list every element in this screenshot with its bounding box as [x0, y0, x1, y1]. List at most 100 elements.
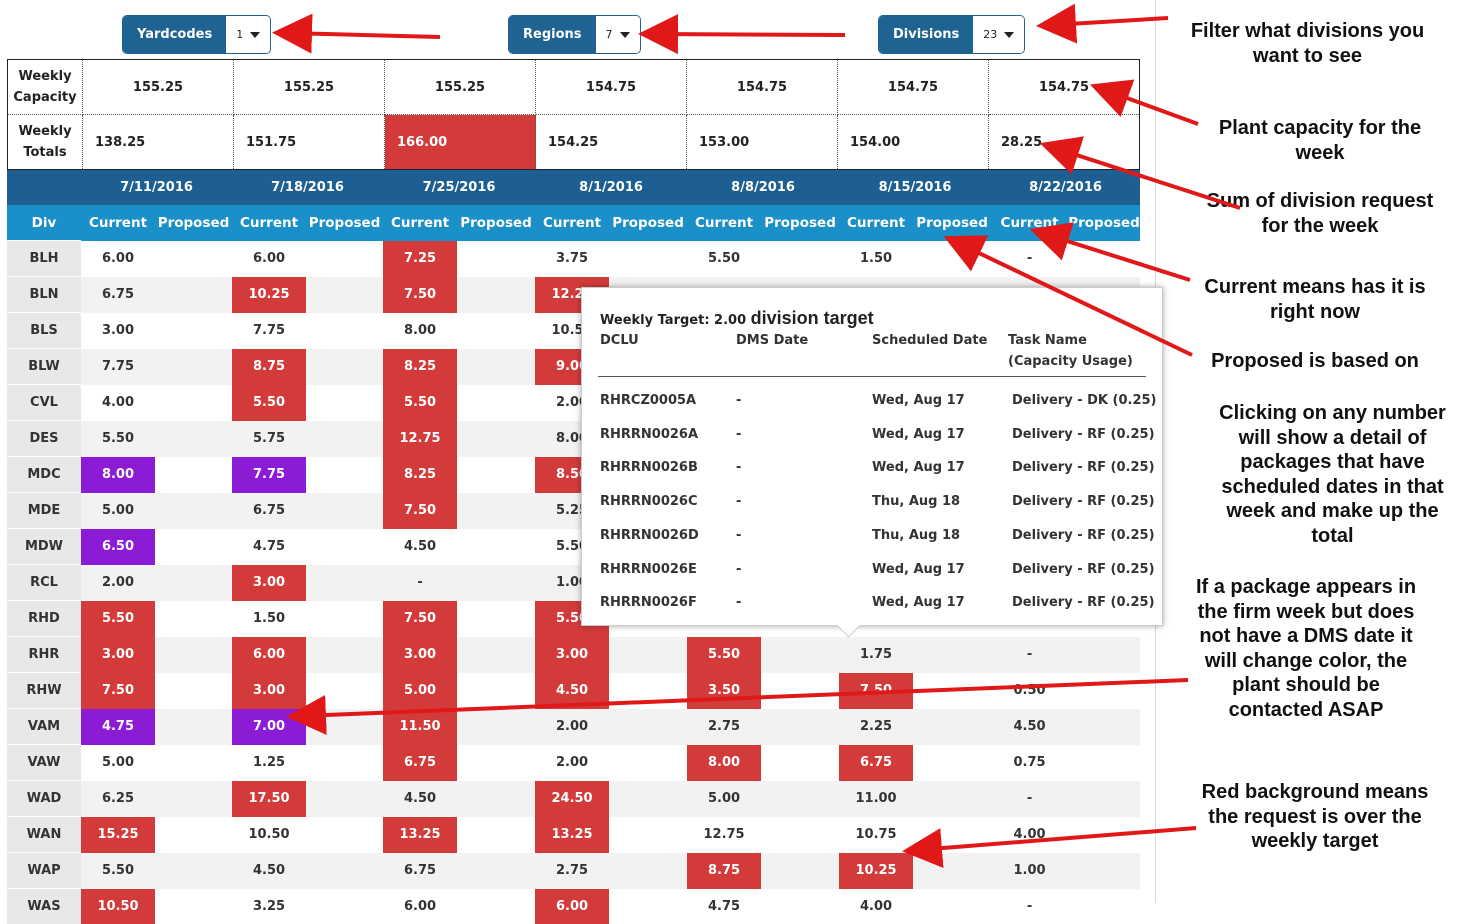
proposed-value[interactable] [155, 277, 232, 313]
current-value[interactable]: 7.75 [232, 313, 306, 349]
proposed-value[interactable] [913, 709, 991, 745]
proposed-value[interactable] [1068, 853, 1140, 889]
current-value[interactable]: 6.00 [535, 889, 609, 924]
proposed-value[interactable] [761, 889, 839, 924]
proposed-value[interactable] [155, 853, 232, 889]
proposed-value[interactable] [913, 637, 991, 673]
proposed-value[interactable] [761, 745, 839, 781]
current-value[interactable]: 7.50 [81, 673, 155, 709]
current-value[interactable]: 0.50 [991, 673, 1068, 709]
current-value[interactable]: 5.50 [232, 385, 306, 421]
proposed-value[interactable] [306, 889, 383, 924]
current-value[interactable]: 3.75 [535, 241, 609, 277]
proposed-value[interactable] [306, 457, 383, 493]
current-value[interactable]: 4.50 [991, 709, 1068, 745]
total-value[interactable]: 154.25 [536, 115, 687, 170]
proposed-value[interactable] [1068, 241, 1140, 277]
proposed-value[interactable] [306, 673, 383, 709]
yardcodes-select[interactable]: 1 [226, 16, 270, 53]
proposed-value[interactable] [457, 457, 535, 493]
current-value[interactable]: 4.75 [232, 529, 306, 565]
current-value[interactable]: 2.00 [81, 565, 155, 601]
current-value[interactable]: 4.00 [81, 385, 155, 421]
proposed-value[interactable] [1068, 889, 1140, 924]
proposed-value[interactable] [609, 781, 687, 817]
current-value[interactable]: 10.50 [232, 817, 306, 853]
current-value[interactable]: 0.75 [991, 745, 1068, 781]
current-value[interactable]: 6.00 [383, 889, 457, 924]
current-value[interactable]: 10.25 [839, 853, 913, 889]
current-value[interactable]: 8.75 [232, 349, 306, 385]
proposed-value[interactable] [609, 637, 687, 673]
current-value[interactable]: 13.25 [383, 817, 457, 853]
proposed-value[interactable] [457, 313, 535, 349]
total-value[interactable]: 166.00 [385, 115, 536, 170]
proposed-value[interactable] [306, 241, 383, 277]
proposed-value[interactable] [457, 889, 535, 924]
current-value[interactable]: 7.25 [383, 241, 457, 277]
current-value[interactable]: 8.00 [383, 313, 457, 349]
proposed-value[interactable] [155, 241, 232, 277]
proposed-value[interactable] [1068, 709, 1140, 745]
proposed-value[interactable] [761, 853, 839, 889]
yardcodes-filter[interactable]: Yardcodes 1 [122, 15, 271, 54]
current-value[interactable]: 10.25 [232, 277, 306, 313]
current-value[interactable]: 3.50 [687, 673, 761, 709]
current-value[interactable]: 3.00 [232, 565, 306, 601]
current-value[interactable]: 2.00 [535, 709, 609, 745]
current-value[interactable]: 7.50 [383, 277, 457, 313]
proposed-value[interactable] [306, 745, 383, 781]
current-value[interactable]: 7.50 [383, 493, 457, 529]
proposed-value[interactable] [155, 529, 232, 565]
current-value[interactable]: 7.00 [232, 709, 306, 745]
proposed-value[interactable] [913, 241, 991, 277]
current-value[interactable]: 2.25 [839, 709, 913, 745]
current-value[interactable]: 4.75 [687, 889, 761, 924]
current-value[interactable]: 5.50 [383, 385, 457, 421]
current-value[interactable]: 5.50 [81, 601, 155, 637]
proposed-value[interactable] [1068, 673, 1140, 709]
proposed-value[interactable] [155, 385, 232, 421]
current-value[interactable]: 17.50 [232, 781, 306, 817]
proposed-value[interactable] [155, 349, 232, 385]
proposed-value[interactable] [457, 745, 535, 781]
proposed-value[interactable] [913, 853, 991, 889]
proposed-value[interactable] [306, 601, 383, 637]
proposed-value[interactable] [1068, 781, 1140, 817]
current-value[interactable]: 12.75 [687, 817, 761, 853]
proposed-value[interactable] [761, 781, 839, 817]
proposed-value[interactable] [306, 781, 383, 817]
current-value[interactable]: 3.00 [383, 637, 457, 673]
proposed-value[interactable] [457, 709, 535, 745]
proposed-value[interactable] [155, 313, 232, 349]
proposed-value[interactable] [155, 493, 232, 529]
proposed-value[interactable] [306, 529, 383, 565]
current-value[interactable]: 4.75 [81, 709, 155, 745]
proposed-value[interactable] [457, 349, 535, 385]
proposed-value[interactable] [1068, 637, 1140, 673]
proposed-value[interactable] [609, 241, 687, 277]
proposed-value[interactable] [457, 529, 535, 565]
current-value[interactable]: 5.00 [687, 781, 761, 817]
current-value[interactable]: 3.00 [81, 637, 155, 673]
proposed-value[interactable] [155, 601, 232, 637]
proposed-value[interactable] [761, 241, 839, 277]
proposed-value[interactable] [913, 889, 991, 924]
current-value[interactable]: 7.50 [383, 601, 457, 637]
proposed-value[interactable] [609, 889, 687, 924]
current-value[interactable]: 6.00 [232, 241, 306, 277]
current-value[interactable]: 6.00 [81, 241, 155, 277]
proposed-value[interactable] [306, 385, 383, 421]
regions-filter[interactable]: Regions 7 [508, 15, 641, 54]
proposed-value[interactable] [457, 637, 535, 673]
divisions-select[interactable]: 23 [973, 16, 1024, 53]
proposed-value[interactable] [306, 277, 383, 313]
total-value[interactable]: 153.00 [687, 115, 838, 170]
current-value[interactable]: 5.00 [383, 673, 457, 709]
proposed-value[interactable] [457, 565, 535, 601]
current-value[interactable]: - [991, 241, 1068, 277]
current-value[interactable]: 7.50 [839, 673, 913, 709]
proposed-value[interactable] [761, 637, 839, 673]
proposed-value[interactable] [457, 673, 535, 709]
total-value[interactable]: 138.25 [83, 115, 234, 170]
